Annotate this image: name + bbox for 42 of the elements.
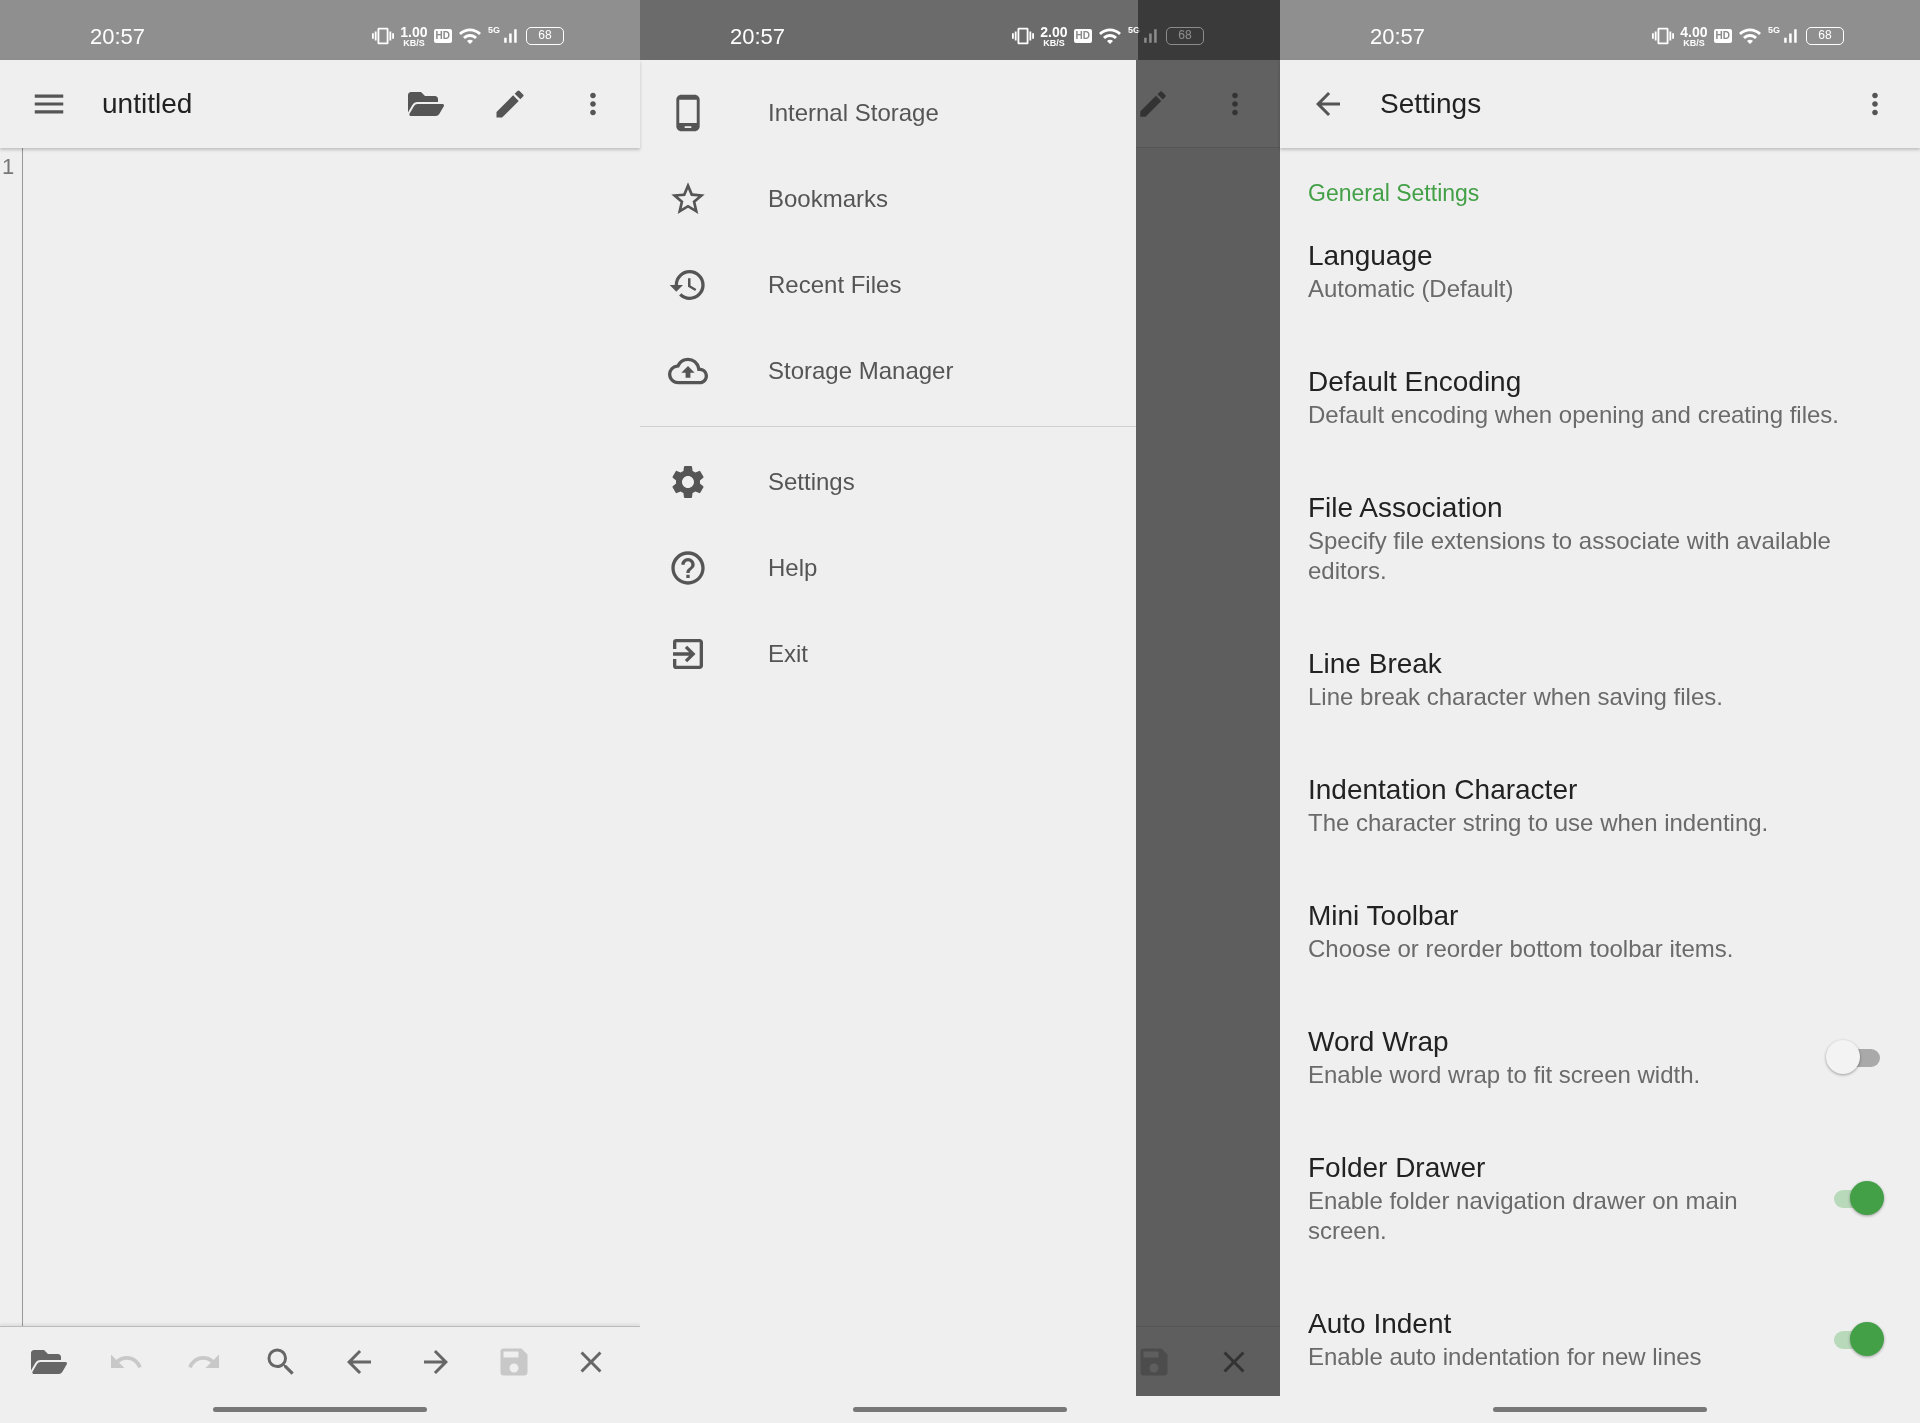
drawer-item[interactable]: Exit: [640, 611, 1136, 697]
hd-badge: HD: [1073, 29, 1092, 43]
drawer-item[interactable]: Storage Manager: [640, 328, 1136, 414]
preference-row[interactable]: File Association Specify file extensions to associate with available editors.: [1280, 460, 1920, 616]
preference-row[interactable]: Indentation Character The character string to use when indenting.: [1280, 742, 1920, 868]
battery-indicator: 68: [526, 27, 564, 45]
help-icon[interactable]: [668, 548, 708, 588]
status-time: 20:57: [1370, 26, 1426, 48]
drawer-item[interactable]: Internal Storage: [640, 70, 1136, 156]
drawer-item[interactable]: Bookmarks: [640, 156, 1136, 242]
preference-row[interactable]: Language Automatic (Default): [1280, 208, 1920, 334]
preference-row[interactable]: Folder Drawer Enable folder navigation drawer on main screen.: [1280, 1120, 1920, 1276]
preference-row[interactable]: Default Encoding Default encoding when opening and creating files.: [1280, 334, 1920, 460]
hd-badge: HD: [1713, 29, 1732, 43]
network-speed: 1.00: [400, 24, 428, 39]
status-time: 20:57: [730, 26, 786, 48]
network-type: 5G: [488, 26, 500, 35]
network-speed: 4.00: [1680, 24, 1708, 39]
vibrate-icon: [372, 25, 395, 47]
screen-title: Settings: [1380, 87, 1482, 121]
network-type: 5G: [1768, 26, 1780, 35]
document-title: untitled: [102, 87, 193, 121]
section-header: General Settings: [1307, 179, 1481, 208]
status-time: 20:57: [90, 26, 146, 48]
vibrate-icon: [1012, 25, 1035, 47]
speed-unit: KB/S: [1043, 38, 1065, 48]
preference-row[interactable]: Auto Indent Enable auto indentation for new lines: [1280, 1276, 1920, 1396]
network-speed: 2.00: [1040, 24, 1068, 39]
drawer-item[interactable]: Recent Files: [640, 242, 1136, 328]
drawer-item[interactable]: Help: [640, 525, 1136, 611]
drawer-item[interactable]: Settings: [640, 439, 1136, 525]
speed-unit: KB/S: [1683, 38, 1705, 48]
line-number: 1: [1, 153, 16, 178]
hd-badge: HD: [433, 29, 452, 43]
preference-row[interactable]: Line Break Line break character when saving files.: [1280, 616, 1920, 742]
preference-row[interactable]: Word Wrap Enable word wrap to fit screen width.: [1280, 994, 1920, 1120]
battery-indicator: 68: [1166, 27, 1204, 45]
network-type: 5G: [1128, 26, 1140, 35]
preference-row[interactable]: Mini Toolbar Choose or reorder bottom toolbar items.: [1280, 868, 1920, 994]
battery-indicator: 68: [1806, 27, 1844, 45]
speed-unit: KB/S: [403, 38, 425, 48]
vibrate-icon: [1652, 25, 1675, 47]
